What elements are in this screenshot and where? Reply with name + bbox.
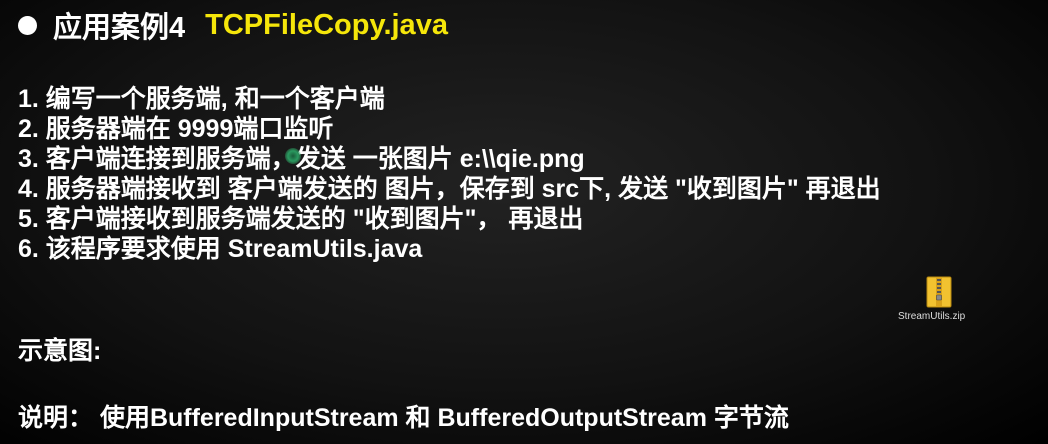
list-item: 2. 服务器端在 9999端口监听 bbox=[18, 115, 334, 143]
title-prefix: 应用案例4 bbox=[53, 12, 186, 44]
list-item: 3. 客户端连接到服务端，发送 一张图片 e:\\qie.png bbox=[18, 145, 585, 173]
list-item: 4. 服务器端接收到 客户端发送的 图片，保存到 src下, 发送 "收到图片"… bbox=[18, 175, 881, 203]
bullet-icon bbox=[18, 15, 37, 35]
note-text: 说明： 使用BufferedInputStream 和 BufferedOutp… bbox=[18, 404, 789, 432]
list-item: 5. 客户端接收到服务端发送的 "收到图片"， 再退出 bbox=[18, 205, 584, 233]
zip-file-icon[interactable] bbox=[926, 276, 952, 308]
requirements-list: 1. 编写一个服务端, 和一个客户端 2. 服务器端在 9999端口监听 3. … bbox=[18, 84, 881, 264]
attachment-filename[interactable]: StreamUtils.zip bbox=[898, 311, 965, 322]
title-filename: TCPFileCopy.java bbox=[205, 8, 448, 41]
list-item: 1. 编写一个服务端, 和一个客户端 bbox=[18, 85, 385, 113]
pointer-highlight bbox=[285, 148, 301, 164]
slide-title: 应用案例4 TCPFileCopy.java bbox=[18, 3, 448, 47]
list-item: 6. 该程序要求使用 StreamUtils.java bbox=[18, 235, 423, 263]
slide: 应用案例4 TCPFileCopy.java 1. 编写一个服务端, 和一个客户… bbox=[0, 0, 1048, 444]
diagram-label: 示意图: bbox=[18, 337, 102, 365]
